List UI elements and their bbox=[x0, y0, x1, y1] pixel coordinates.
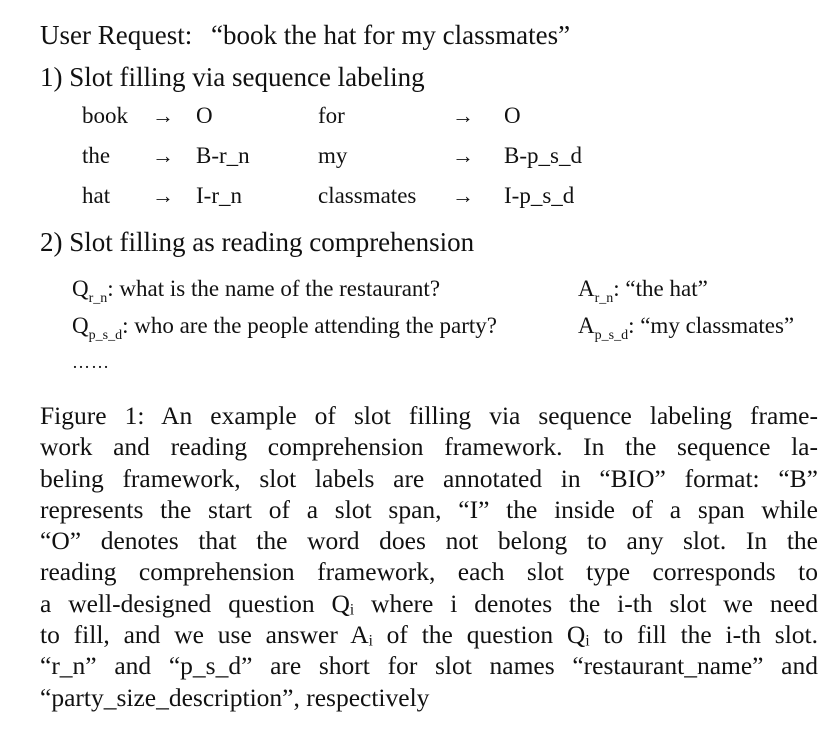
caption-line: reading comprehension framework, each sl… bbox=[40, 557, 818, 587]
rc-question: Qr_n: what is the name of the restaurant… bbox=[72, 276, 441, 306]
arrow-icon: → bbox=[152, 183, 174, 208]
seq-tag: I-r_n bbox=[196, 183, 242, 208]
rc-question: Qp_s_d: who are the people attending the… bbox=[72, 313, 497, 343]
seq-word: book bbox=[82, 103, 128, 128]
seq-word: hat bbox=[82, 183, 111, 208]
section-1-title: 1) Slot filling via sequence labeling bbox=[40, 62, 425, 92]
ellipsis: …… bbox=[72, 352, 110, 372]
rc-answer: Ap_s_d: “my classmates” bbox=[578, 313, 795, 343]
section-2-title: 2) Slot filling as reading comprehension bbox=[40, 227, 475, 257]
caption-line: “r_n” and “p_s_d” are short for slot nam… bbox=[40, 651, 818, 681]
seq-tag: I-p_s_d bbox=[504, 183, 575, 208]
seq-tag: O bbox=[504, 103, 521, 128]
seq-tag: B-r_n bbox=[196, 143, 250, 168]
caption-line: “party_size_description”, respectively bbox=[40, 682, 430, 712]
arrow-icon: → bbox=[152, 103, 174, 128]
caption-line: to fill, and we use answer Aᵢ of the que… bbox=[40, 620, 818, 650]
caption-line: a well-designed question Qᵢ where i deno… bbox=[40, 588, 818, 618]
caption-line: “O” denotes that the word does not belon… bbox=[40, 526, 818, 556]
user-request-label: User Request: bbox=[40, 20, 193, 50]
user-request-text: “book the hat for my classmates” bbox=[210, 20, 571, 50]
seq-word: the bbox=[82, 143, 111, 168]
caption-line: work and reading comprehension framework… bbox=[40, 432, 818, 462]
seq-tag: B-p_s_d bbox=[504, 143, 582, 168]
caption-line: represents the start of a slot span, “I”… bbox=[40, 494, 818, 524]
user-request: User Request: “book the hat for my class… bbox=[40, 20, 570, 51]
seq-tag: O bbox=[196, 103, 213, 128]
seq-word: my bbox=[318, 143, 348, 168]
caption-line: beling framework, slot labels are annota… bbox=[40, 463, 818, 493]
rc-answer: Ar_n: “the hat” bbox=[578, 276, 708, 306]
seq-word: for bbox=[318, 103, 345, 128]
figure-caption: Figure 1: An example of slot filling via… bbox=[40, 400, 818, 713]
seq-word: classmates bbox=[318, 183, 417, 208]
caption-line: Figure 1: An example of slot filling via… bbox=[40, 401, 818, 430]
arrow-icon: → bbox=[152, 143, 174, 168]
arrow-icon: → bbox=[452, 103, 474, 128]
arrow-icon: → bbox=[452, 183, 474, 208]
arrow-icon: → bbox=[452, 143, 474, 168]
